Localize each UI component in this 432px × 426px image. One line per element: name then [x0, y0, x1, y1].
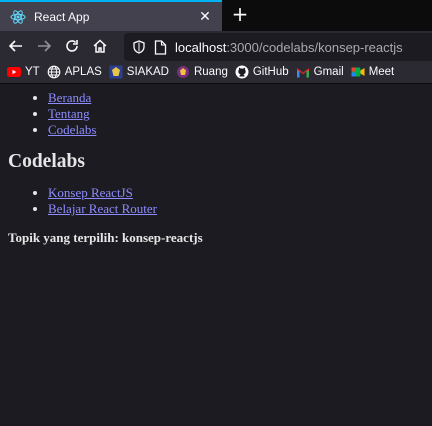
bookmarks-toolbar: YT APLAS SIAKAD Ruang GitHub Gmail Meet — [0, 61, 432, 84]
bookmark-label: Ruang — [193, 66, 228, 78]
github-icon — [235, 65, 249, 79]
bookmark-yt[interactable]: YT — [7, 65, 40, 79]
ruang-icon — [176, 65, 190, 79]
youtube-icon — [7, 65, 21, 79]
list-item: Codelabs — [48, 122, 424, 138]
back-arrow-icon — [8, 40, 22, 52]
bookmark-aplas[interactable]: APLAS — [47, 65, 102, 79]
bookmark-label: Gmail — [313, 66, 344, 78]
reload-button[interactable] — [60, 34, 84, 58]
tab-strip: React App ✕ + — [0, 0, 432, 31]
react-icon — [10, 9, 26, 25]
selected-topic-text: Topik yang terpilih: konsep-reactjs — [8, 230, 203, 245]
topic-link-konsep-reactjs[interactable]: Konsep ReactJS — [48, 185, 133, 200]
gmail-icon — [296, 65, 310, 79]
topic-link-belajar-react-router[interactable]: Belajar React Router — [48, 201, 157, 216]
forward-arrow-icon — [38, 40, 52, 52]
list-item: Tentang — [48, 106, 424, 122]
list-item: Beranda — [48, 90, 424, 106]
nav-link-codelabs[interactable]: Codelabs — [48, 122, 96, 137]
bookmark-ruang[interactable]: Ruang — [176, 65, 228, 79]
page-info-icon[interactable] — [154, 39, 167, 55]
page-content: Beranda Tentang Codelabs Codelabs Konsep… — [0, 84, 432, 252]
tab-title: React App — [34, 9, 90, 24]
topic-list: Konsep ReactJS Belajar React Router — [8, 185, 424, 217]
bookmark-label: YT — [25, 66, 40, 78]
main-nav-list: Beranda Tentang Codelabs — [8, 90, 424, 138]
reload-icon — [66, 40, 78, 52]
home-icon — [93, 39, 107, 53]
bookmark-label: GitHub — [252, 66, 289, 78]
bookmark-meet[interactable]: Meet — [351, 65, 395, 79]
bookmark-label: SIAKAD — [126, 66, 169, 78]
forward-button[interactable] — [32, 34, 56, 58]
tab-react-app[interactable]: React App ✕ — [0, 0, 222, 31]
url-path: :3000/codelabs/konsep-reactjs — [226, 39, 403, 55]
close-tab-icon[interactable]: ✕ — [194, 9, 216, 25]
bookmark-siakad[interactable]: SIAKAD — [109, 65, 169, 79]
siakad-icon — [109, 65, 123, 79]
url-host: localhost — [175, 39, 227, 55]
bookmark-gmail[interactable]: Gmail — [296, 65, 344, 79]
tracking-protection-shield-icon[interactable] — [132, 40, 146, 54]
nav-link-beranda[interactable]: Beranda — [48, 90, 91, 105]
globe-icon — [47, 65, 61, 79]
page-heading: Codelabs — [8, 151, 85, 172]
navigation-toolbar: localhost:3000/codelabs/konsep-reactjs — [0, 31, 432, 61]
back-button[interactable] — [4, 34, 28, 58]
nav-link-tentang[interactable]: Tentang — [48, 106, 90, 121]
home-button[interactable] — [88, 34, 112, 58]
bookmark-label: Meet — [368, 66, 395, 78]
address-bar[interactable]: localhost:3000/codelabs/konsep-reactjs — [124, 33, 432, 61]
url-text[interactable]: localhost:3000/codelabs/konsep-reactjs — [175, 40, 403, 55]
list-item: Konsep ReactJS — [48, 185, 424, 201]
meet-icon — [351, 65, 365, 79]
bookmark-github[interactable]: GitHub — [235, 65, 289, 79]
new-tab-button[interactable]: + — [228, 3, 252, 27]
list-item: Belajar React Router — [48, 201, 424, 217]
bookmark-label: APLAS — [64, 66, 102, 78]
